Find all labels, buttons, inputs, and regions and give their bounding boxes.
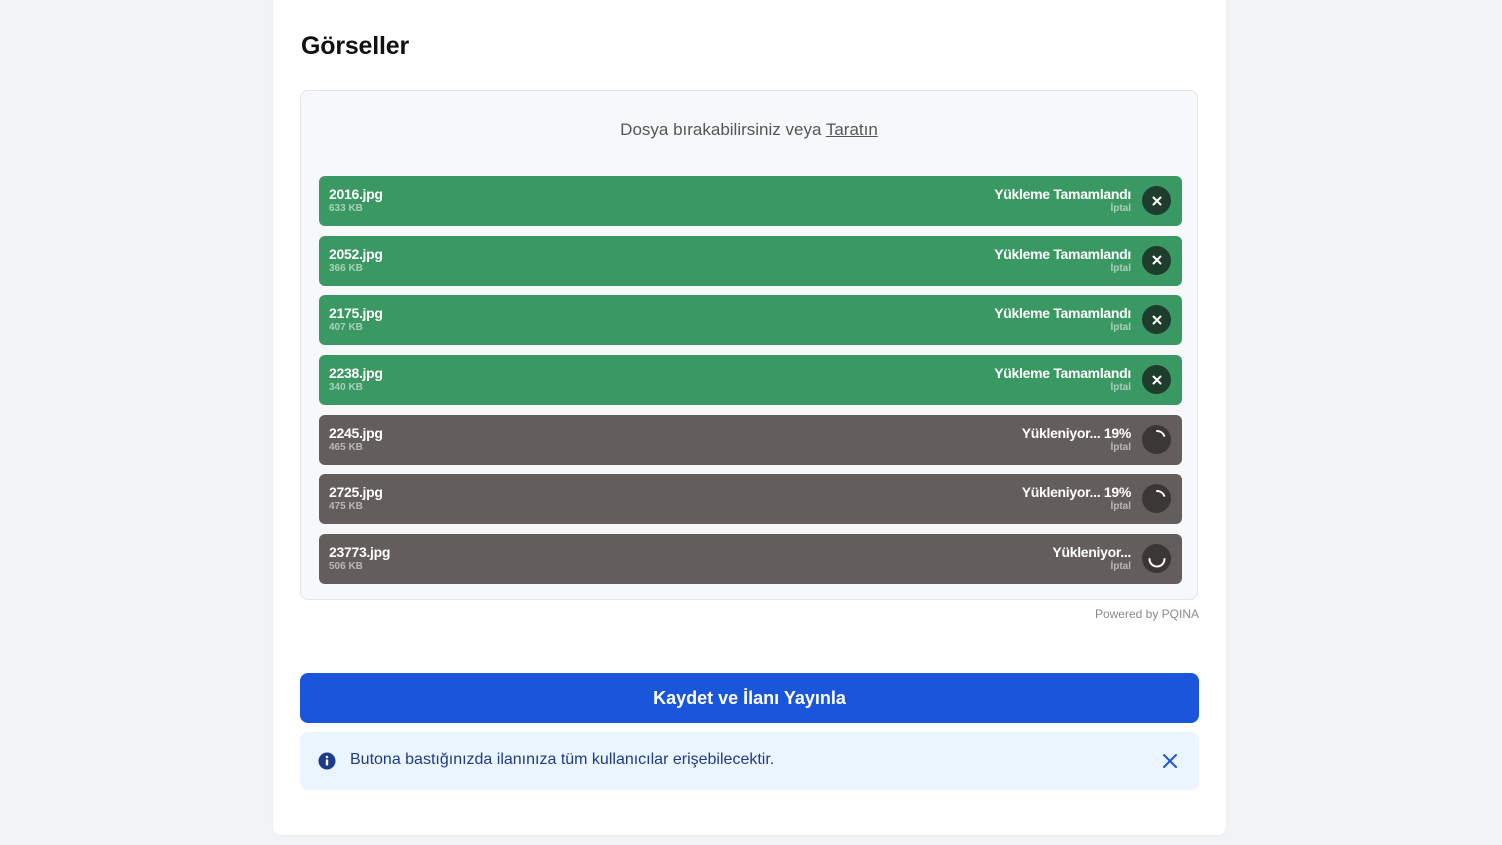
file-item: 2052.jpg 366 KB Yükleme Tamamlandı İptal	[319, 235, 1182, 286]
file-status: Yükleniyor... 19%	[1021, 484, 1132, 501]
powered-by-label: Powered by PQINA	[1094, 607, 1199, 621]
file-cancel-label[interactable]: İptal	[1110, 561, 1131, 572]
dropzone-label-text: Dosya bırakabilirsiniz veya	[620, 120, 826, 139]
loading-spinner-icon	[1148, 557, 1165, 568]
file-cancel-label[interactable]: İptal	[1110, 501, 1131, 512]
close-icon	[1152, 315, 1161, 325]
file-name: 2052.jpg	[329, 245, 383, 262]
remove-file-button[interactable]	[1142, 245, 1171, 275]
file-cancel-label[interactable]: İptal	[1110, 263, 1131, 274]
file-status: Yükleniyor...	[1052, 544, 1131, 561]
alert-text: Butona bastığınızda ilanınıza tüm kullan…	[350, 751, 775, 768]
file-item: 23773.jpg 506 KB Yükleniyor... İptal	[319, 534, 1182, 585]
file-list: 2016.jpg 633 KB Yükleme Tamamlandı İptal…	[319, 176, 1182, 594]
browse-link[interactable]: Taratın	[826, 120, 878, 139]
file-status: Yükleme Tamamlandı	[994, 245, 1131, 262]
upload-progress-button[interactable]	[1142, 484, 1171, 514]
file-size: 366 KB	[329, 262, 363, 274]
close-icon	[1152, 255, 1161, 265]
upload-loading-button[interactable]	[1142, 544, 1171, 574]
file-name: 2016.jpg	[329, 186, 383, 202]
file-item: 2238.jpg 340 KB Yükleme Tamamlandı İptal	[319, 355, 1182, 406]
file-item: 2725.jpg 475 KB Yükleniyor... 19% İptal	[319, 474, 1182, 525]
file-size: 465 KB	[329, 441, 363, 453]
remove-file-button[interactable]	[1142, 186, 1171, 215]
info-icon	[318, 752, 336, 770]
file-name: 23773.jpg	[329, 544, 391, 561]
file-size: 506 KB	[329, 561, 363, 573]
file-cancel-label[interactable]: İptal	[1110, 382, 1131, 393]
file-size: 340 KB	[329, 382, 363, 394]
file-size: 475 KB	[329, 501, 363, 513]
file-name: 2725.jpg	[329, 484, 383, 501]
file-size: 407 KB	[329, 322, 363, 334]
remove-file-button[interactable]	[1142, 305, 1171, 335]
close-icon[interactable]	[1161, 752, 1179, 770]
file-status: Yükleme Tamamlandı	[994, 305, 1131, 322]
file-name: 2238.jpg	[329, 365, 383, 382]
close-icon	[1152, 196, 1161, 205]
file-item: 2016.jpg 633 KB Yükleme Tamamlandı İptal	[319, 176, 1182, 226]
upload-progress-button[interactable]	[1142, 424, 1171, 454]
dropzone-label: Dosya bırakabilirsiniz veya Taratın	[301, 120, 1197, 140]
file-status: Yükleniyor... 19%	[1021, 424, 1132, 441]
file-item: 2175.jpg 407 KB Yükleme Tamamlandı İptal	[319, 295, 1182, 346]
progress-spinner-icon	[1155, 430, 1165, 438]
file-status: Yükleme Tamamlandı	[994, 186, 1131, 202]
file-size: 633 KB	[329, 203, 363, 214]
info-alert: Butona bastığınızda ilanınıza tüm kullan…	[300, 732, 1199, 790]
close-icon	[1152, 375, 1161, 385]
file-item: 2245.jpg 465 KB Yükleniyor... 19% İptal	[319, 414, 1182, 465]
save-and-publish-button[interactable]: Kaydet ve İlanı Yayınla	[300, 673, 1199, 723]
file-name: 2175.jpg	[329, 305, 383, 322]
file-cancel-label[interactable]: İptal	[1110, 442, 1131, 453]
file-cancel-label[interactable]: İptal	[1110, 203, 1131, 214]
file-name: 2245.jpg	[329, 424, 383, 441]
progress-spinner-icon	[1155, 489, 1165, 497]
remove-file-button[interactable]	[1142, 365, 1171, 395]
file-status: Yükleme Tamamlandı	[994, 365, 1131, 382]
file-cancel-label[interactable]: İptal	[1110, 322, 1131, 333]
listing-form-card: Görseller Dosya bırakabilirsiniz veya Ta…	[273, 0, 1226, 835]
file-dropzone[interactable]: Dosya bırakabilirsiniz veya Taratın 2016…	[300, 90, 1198, 600]
section-title: Görseller	[301, 32, 409, 60]
